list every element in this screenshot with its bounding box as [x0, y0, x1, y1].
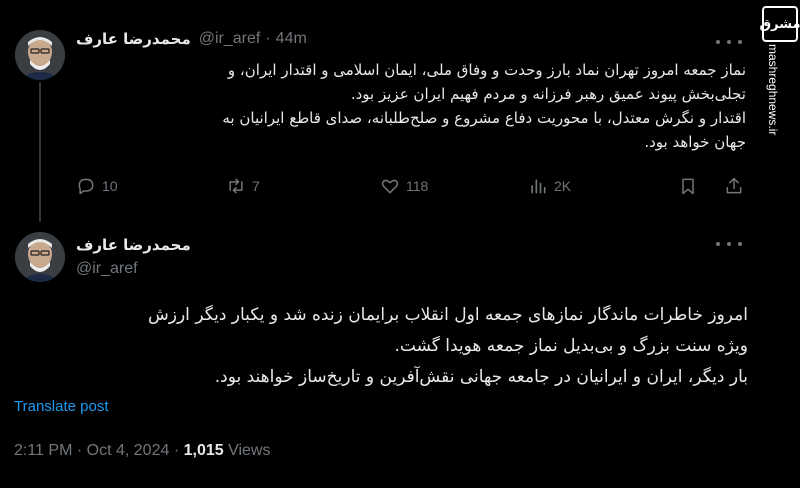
repost-count: 7 — [252, 178, 260, 194]
bookmark-button[interactable] — [678, 176, 704, 196]
like-button[interactable]: 118 — [380, 176, 428, 196]
post-text-line: امروز خاطرات ماندگار نمازهای جمعه اول ان… — [148, 305, 748, 325]
author-name[interactable]: محمدرضا عارف — [76, 30, 191, 48]
avatar-portrait-icon — [15, 232, 65, 282]
views-icon — [531, 179, 546, 194]
share-icon — [726, 177, 742, 194]
tweet-text-line: تجلی‌بخش پیوند عمیق رهبر فرزانه و مردم ف… — [350, 85, 746, 103]
more-icon[interactable] — [716, 38, 742, 46]
tweet-header: محمدرضا عارف @ir_aref · 44m — [76, 30, 307, 48]
thread-line — [39, 82, 41, 222]
separator: · — [76, 442, 83, 459]
author-avatar[interactable] — [15, 232, 65, 282]
watermark-url: mashreghnews.ir — [766, 44, 780, 136]
more-icon[interactable] — [716, 240, 742, 248]
tweet-text: نماز جمعه امروز تهران نماد بارز وحدت و و… — [76, 58, 746, 154]
tweet-text-line: جهان خواهد بود. — [644, 133, 746, 151]
post-date[interactable]: Oct 4, 2024 — [87, 442, 170, 459]
reply-icon — [78, 178, 94, 195]
avatar-portrait-icon — [15, 30, 65, 80]
views-total: 1,015 — [183, 442, 224, 459]
repost-button[interactable]: 7 — [226, 176, 260, 196]
like-icon — [381, 179, 399, 194]
views-button[interactable]: 2K — [528, 176, 571, 196]
tweet-time[interactable]: 44m — [276, 30, 307, 48]
author-name[interactable]: محمدرضا عارف — [76, 236, 191, 254]
tweet-text-line: اقتدار و نگرش معتدل، با محوریت دفاع مشرو… — [222, 109, 746, 127]
repost-icon — [229, 178, 243, 194]
separator: · — [265, 30, 271, 47]
author-avatar[interactable] — [15, 30, 65, 80]
tweet-actions: 10 7 118 2K — [76, 176, 746, 200]
post-time[interactable]: 2:11 PM — [14, 442, 72, 459]
tweet-text-line: نماز جمعه امروز تهران نماد بارز وحدت و و… — [227, 61, 746, 79]
watermark-logo: مشرق — [759, 6, 800, 42]
post-text-line: ویژه سنت بزرگ و بی‌بدیل نماز جمعه هویدا … — [394, 336, 748, 356]
post-text-line: بار دیگر، ایران و ایرانیان در جامعه جهان… — [214, 367, 748, 387]
post-text: امروز خاطرات ماندگار نمازهای جمعه اول ان… — [14, 300, 748, 393]
like-count: 118 — [406, 178, 429, 194]
separator: · — [173, 442, 180, 459]
post-metadata: 2:11 PM · Oct 4, 2024 · 1,015 Views — [14, 442, 270, 460]
bookmark-icon — [682, 178, 694, 195]
watermark-logo-text: مشرق — [759, 16, 800, 32]
reply-count: 10 — [102, 178, 118, 194]
author-handle[interactable]: @ir_aref — [199, 30, 261, 48]
author-handle[interactable]: @ir_aref — [76, 260, 138, 278]
reply-button[interactable]: 10 — [76, 176, 118, 196]
translate-post-link[interactable]: Translate post — [14, 398, 109, 415]
share-button[interactable] — [724, 176, 750, 196]
views-count: 2K — [554, 178, 572, 194]
views-label: Views — [228, 442, 271, 459]
